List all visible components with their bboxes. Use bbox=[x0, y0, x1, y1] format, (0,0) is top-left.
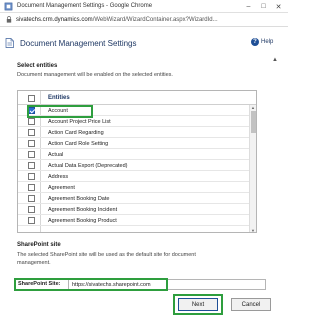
maximize-icon[interactable]: □ bbox=[256, 0, 271, 13]
help-label[interactable]: Help bbox=[261, 39, 273, 45]
row-checkbox[interactable] bbox=[28, 118, 35, 125]
sharepoint-site-label: SharePoint Site: bbox=[18, 281, 61, 287]
sharepoint-description-line1: The selected SharePoint site will be use… bbox=[17, 252, 196, 258]
row-label: Agreement bbox=[48, 185, 75, 191]
select-all-checkbox[interactable] bbox=[28, 95, 35, 102]
table-row[interactable]: Agreement Booking Incident bbox=[18, 204, 249, 215]
select-entities-description: Document management will be enabled on t… bbox=[17, 72, 173, 78]
address-bar[interactable]: sivatechs.crm.dynamics.com/WebWizard/Wiz… bbox=[0, 13, 288, 27]
scroll-up-icon[interactable]: ▲ bbox=[251, 105, 255, 110]
url-text[interactable]: sivatechs.crm.dynamics.com/WebWizard/Wiz… bbox=[16, 17, 218, 23]
sharepoint-site-heading: SharePoint site bbox=[17, 242, 61, 248]
table-row[interactable]: Actual Data Export (Deprecated) bbox=[18, 160, 249, 171]
row-checkbox[interactable] bbox=[28, 151, 35, 158]
account-highlight-box bbox=[27, 105, 93, 118]
row-label: Actual Data Export (Deprecated) bbox=[48, 163, 128, 169]
minimize-icon[interactable]: – bbox=[241, 0, 256, 13]
row-label: Address bbox=[48, 174, 69, 180]
document-management-app-icon bbox=[4, 2, 13, 11]
url-domain: sivatechs.crm.dynamics.com bbox=[16, 17, 93, 23]
url-path: /WebWizard/WizardContainer.aspx?WizardId… bbox=[92, 17, 218, 23]
grid-header: Entities bbox=[18, 91, 256, 105]
row-checkbox[interactable] bbox=[28, 217, 35, 224]
table-row[interactable]: Action Card Regarding bbox=[18, 127, 249, 138]
row-label: Agreement Booking Product bbox=[48, 218, 117, 224]
table-row[interactable]: Agreement Booking Date bbox=[18, 193, 249, 204]
entities-column-header[interactable]: Entities bbox=[48, 95, 70, 101]
sharepoint-site-field: SharePoint Site: bbox=[14, 278, 269, 291]
next-button[interactable]: Next bbox=[178, 298, 218, 311]
row-label: Action Card Regarding bbox=[48, 130, 104, 136]
document-icon bbox=[5, 38, 14, 48]
table-row[interactable]: Actual bbox=[18, 149, 249, 160]
lock-icon bbox=[6, 16, 12, 23]
row-label: Agreement Booking Date bbox=[48, 196, 110, 202]
row-label: Action Card Role Setting bbox=[48, 141, 109, 147]
row-label: Actual bbox=[48, 152, 64, 158]
row-checkbox[interactable] bbox=[28, 129, 35, 136]
row-checkbox[interactable] bbox=[28, 162, 35, 169]
close-icon[interactable]: ✕ bbox=[271, 0, 286, 13]
row-checkbox[interactable] bbox=[28, 206, 35, 213]
scrollbar-thumb[interactable] bbox=[251, 111, 256, 133]
cancel-button[interactable]: Cancel bbox=[231, 298, 271, 311]
row-checkbox[interactable] bbox=[28, 140, 35, 147]
grid-scrollbar[interactable]: ▲ ▼ bbox=[249, 105, 256, 232]
row-checkbox[interactable] bbox=[28, 173, 35, 180]
row-label: Agreement Booking Incident bbox=[48, 207, 118, 213]
window-title: Document Management Settings - Google Ch… bbox=[17, 3, 153, 9]
window-controls: – □ ✕ bbox=[241, 0, 286, 13]
help-icon[interactable]: ? bbox=[251, 38, 259, 46]
dialog-scroll-up-icon[interactable]: ▲ bbox=[272, 57, 278, 63]
select-entities-heading: Select entities bbox=[17, 63, 58, 69]
row-checkbox[interactable] bbox=[28, 184, 35, 191]
row-label: Account Project Price List bbox=[48, 119, 111, 125]
scroll-down-icon[interactable]: ▼ bbox=[251, 228, 255, 232]
sharepoint-description-line2: management. bbox=[17, 260, 51, 266]
table-row[interactable]: Address bbox=[18, 171, 249, 182]
help-link[interactable]: ? Help bbox=[251, 38, 273, 46]
table-row[interactable]: Action Card Role Setting bbox=[18, 138, 249, 149]
table-row[interactable]: Agreement Booking Product bbox=[18, 215, 249, 226]
row-checkbox[interactable] bbox=[28, 195, 35, 202]
table-row[interactable]: Agreement bbox=[18, 182, 249, 193]
dialog-title: Document Management Settings bbox=[20, 39, 137, 48]
window-titlebar: Document Management Settings - Google Ch… bbox=[0, 0, 288, 13]
